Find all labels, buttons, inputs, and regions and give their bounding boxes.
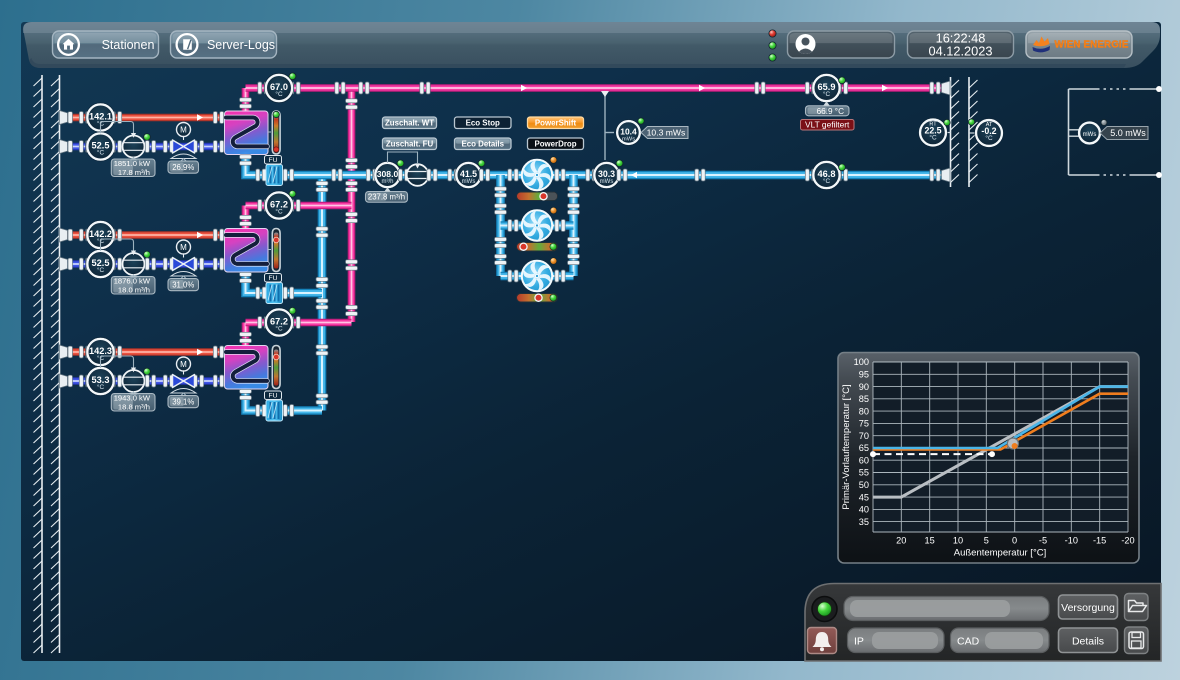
svg-text:1943.0 kW: 1943.0 kW: [114, 393, 151, 402]
svg-text:-5: -5: [1039, 536, 1047, 546]
svg-text:Eco Details: Eco Details: [461, 140, 504, 149]
svg-text:mWs: mWs: [1083, 132, 1097, 138]
svg-text:Zuschalt. WT: Zuschalt. WT: [385, 119, 434, 128]
svg-text:18.8 m³/h: 18.8 m³/h: [118, 403, 150, 412]
svg-text:18.0 m³/h: 18.0 m³/h: [118, 286, 150, 295]
svg-text:55: 55: [859, 468, 869, 478]
svg-text:PowerShift: PowerShift: [535, 119, 577, 128]
svg-text:FU: FU: [268, 157, 277, 164]
svg-text:Server-Logs: Server-Logs: [207, 38, 275, 52]
svg-text:M: M: [180, 360, 187, 369]
svg-text:mWs: mWs: [462, 179, 476, 185]
svg-text:75: 75: [859, 419, 869, 429]
svg-text:mWs: mWs: [622, 137, 635, 143]
svg-text:°C: °C: [823, 90, 831, 98]
svg-text:°C: °C: [929, 134, 937, 142]
svg-text:10.3 mWs: 10.3 mWs: [647, 128, 686, 138]
svg-text:mWs: mWs: [600, 179, 614, 185]
svg-text:IP: IP: [854, 636, 864, 648]
svg-text:80: 80: [859, 406, 869, 416]
svg-text:VLT gefiltert: VLT gefiltert: [805, 120, 850, 130]
svg-text:Primär-Vorlauftemperatur [°C]: Primär-Vorlauftemperatur [°C]: [841, 384, 852, 509]
svg-text:-10: -10: [1065, 536, 1078, 546]
svg-text:308.0: 308.0: [377, 169, 399, 179]
svg-text:10: 10: [953, 536, 963, 546]
svg-text:39.1%: 39.1%: [172, 397, 194, 406]
svg-text:41.5: 41.5: [460, 169, 477, 179]
svg-text:100: 100: [854, 357, 869, 367]
svg-text:PowerDrop: PowerDrop: [534, 140, 576, 149]
svg-text:17.8 m³/h: 17.8 m³/h: [118, 168, 150, 177]
svg-text:M: M: [180, 126, 187, 135]
svg-text:50: 50: [859, 480, 869, 490]
svg-text:°C: °C: [823, 177, 831, 185]
svg-text:°C: °C: [275, 208, 283, 216]
svg-text:1851.0 kW: 1851.0 kW: [114, 159, 151, 168]
svg-text:m³/h: m³/h: [382, 179, 394, 185]
svg-text:-20: -20: [1121, 536, 1134, 546]
svg-text:5.0 mWs: 5.0 mWs: [1110, 128, 1146, 138]
svg-text:20: 20: [896, 536, 906, 546]
svg-text:°C: °C: [985, 134, 993, 142]
svg-text:40: 40: [859, 505, 869, 515]
svg-text:Eco Stop: Eco Stop: [466, 119, 500, 128]
svg-text:°C: °C: [97, 383, 105, 391]
svg-text:°C: °C: [275, 325, 283, 333]
svg-text:-15: -15: [1093, 536, 1106, 546]
svg-text:10.4: 10.4: [620, 127, 637, 137]
svg-text:31.0%: 31.0%: [172, 280, 194, 289]
svg-text:60: 60: [859, 455, 869, 465]
svg-text:5: 5: [984, 536, 989, 546]
svg-text:65: 65: [859, 443, 869, 453]
svg-text:66.9 °C: 66.9 °C: [817, 107, 844, 116]
svg-text:35: 35: [859, 517, 869, 527]
svg-text:70: 70: [859, 431, 869, 441]
svg-text:04.12.2023: 04.12.2023: [928, 44, 992, 59]
svg-text:26.9%: 26.9%: [172, 163, 194, 172]
svg-text:FU: FU: [268, 275, 277, 282]
svg-text:95: 95: [859, 370, 869, 380]
svg-text:85: 85: [859, 394, 869, 404]
svg-text:30.3: 30.3: [598, 169, 615, 179]
svg-text:FU: FU: [268, 392, 277, 399]
svg-text:Versorgung: Versorgung: [1061, 602, 1115, 614]
svg-text:°C: °C: [97, 266, 105, 274]
svg-text:0: 0: [1012, 536, 1017, 546]
svg-text:WIEN ENERGIE: WIEN ENERGIE: [1055, 40, 1129, 51]
svg-text:Stationen: Stationen: [102, 38, 155, 52]
svg-text:45: 45: [859, 492, 869, 502]
svg-text:Details: Details: [1072, 636, 1104, 648]
svg-text:237.8 m³/h: 237.8 m³/h: [368, 193, 405, 202]
svg-text:90: 90: [859, 382, 869, 392]
svg-text:°C: °C: [97, 149, 105, 157]
svg-text:CAD: CAD: [957, 636, 980, 648]
svg-text:M: M: [180, 243, 187, 252]
svg-text:Zuschalt. FU: Zuschalt. FU: [386, 140, 434, 149]
svg-text:°C: °C: [275, 90, 283, 98]
svg-text:1876.0 kW: 1876.0 kW: [114, 276, 151, 285]
svg-text:Außentemperatur [°C]: Außentemperatur [°C]: [954, 548, 1047, 559]
svg-text:15: 15: [924, 536, 934, 546]
